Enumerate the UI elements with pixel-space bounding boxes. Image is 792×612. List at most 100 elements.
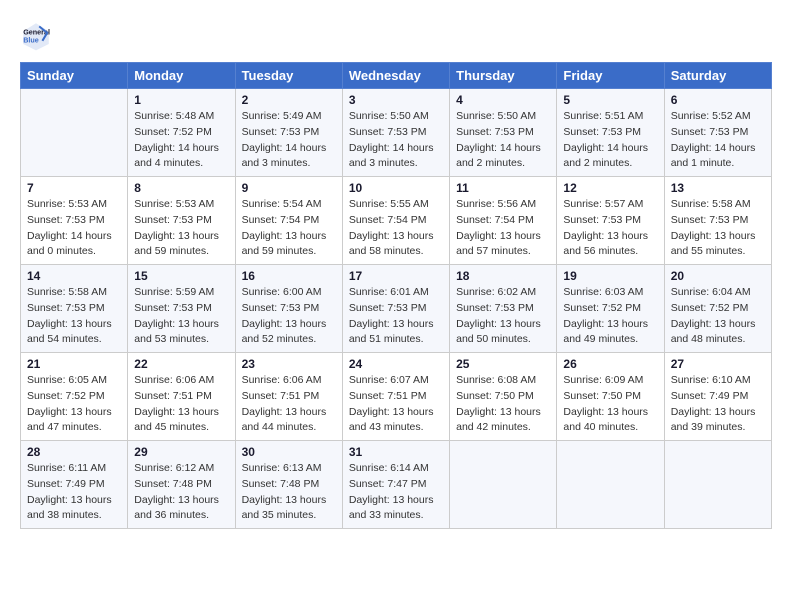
- calendar-header-row: SundayMondayTuesdayWednesdayThursdayFrid…: [21, 63, 772, 89]
- calendar-cell: [21, 89, 128, 177]
- day-number: 7: [27, 181, 121, 195]
- calendar-week-row: 14Sunrise: 5:58 AMSunset: 7:53 PMDayligh…: [21, 265, 772, 353]
- weekday-header: Tuesday: [235, 63, 342, 89]
- day-info: Sunrise: 6:11 AMSunset: 7:49 PMDaylight:…: [27, 461, 121, 524]
- calendar-cell: 15Sunrise: 5:59 AMSunset: 7:53 PMDayligh…: [128, 265, 235, 353]
- logo-icon: General Blue: [20, 20, 52, 52]
- calendar-body: 1 Sunrise: 5:48 AMSunset: 7:52 PMDaylight…: [21, 89, 772, 529]
- day-info: Sunrise: 5:57 AMSunset: 7:53 PMDaylight:…: [563, 197, 657, 260]
- day-info: Sunrise: 5:53 AMSunset: 7:53 PMDaylight:…: [134, 197, 228, 260]
- day-info: Sunrise: 6:08 AMSunset: 7:50 PMDaylight:…: [456, 373, 550, 436]
- calendar-cell: 30Sunrise: 6:13 AMSunset: 7:48 PMDayligh…: [235, 441, 342, 529]
- weekday-header: Monday: [128, 63, 235, 89]
- calendar-cell: 4Sunrise: 5:50 AMSunset: 7:53 PMDaylight…: [450, 89, 557, 177]
- calendar-cell: 12 Sunrise: 5:57 AMSunset: 7:53 PMDayligh…: [557, 177, 664, 265]
- day-info: Sunrise: 5:50 AMSunset: 7:53 PMDaylight:…: [349, 109, 443, 172]
- weekday-header: Thursday: [450, 63, 557, 89]
- calendar-cell: 29 Sunrise: 6:12 AMSunset: 7:48 PMDayligh…: [128, 441, 235, 529]
- day-info: Sunrise: 5:51 AMSunset: 7:53 PMDaylight:…: [563, 109, 657, 172]
- day-number: 9: [242, 181, 336, 195]
- logo: General Blue: [20, 20, 56, 52]
- calendar-cell: 24 Sunrise: 6:07 AMSunset: 7:51 PMDayligh…: [342, 353, 449, 441]
- day-number: 12: [563, 181, 657, 195]
- day-number: 19: [563, 269, 657, 283]
- day-number: 18: [456, 269, 550, 283]
- day-info: Sunrise: 5:58 AMSunset: 7:53 PMDaylight:…: [27, 285, 121, 348]
- calendar-cell: 3 Sunrise: 5:50 AMSunset: 7:53 PMDaylight…: [342, 89, 449, 177]
- day-number: 22: [134, 357, 228, 371]
- calendar-cell: 8Sunrise: 5:53 AMSunset: 7:53 PMDaylight…: [128, 177, 235, 265]
- calendar-cell: 16Sunrise: 6:00 AMSunset: 7:53 PMDayligh…: [235, 265, 342, 353]
- day-info: Sunrise: 6:12 AMSunset: 7:48 PMDaylight:…: [134, 461, 228, 524]
- day-info: Sunrise: 6:14 AMSunset: 7:47 PMDaylight:…: [349, 461, 443, 524]
- page-header: General Blue: [20, 20, 772, 52]
- day-number: 2: [242, 93, 336, 107]
- day-info: Sunrise: 5:59 AMSunset: 7:53 PMDaylight:…: [134, 285, 228, 348]
- day-number: 23: [242, 357, 336, 371]
- weekday-header: Sunday: [21, 63, 128, 89]
- calendar-cell: [557, 441, 664, 529]
- calendar-week-row: 28 Sunrise: 6:11 AMSunset: 7:49 PMDayligh…: [21, 441, 772, 529]
- day-info: Sunrise: 5:54 AMSunset: 7:54 PMDaylight:…: [242, 197, 336, 260]
- day-info: Sunrise: 6:07 AMSunset: 7:51 PMDaylight:…: [349, 373, 443, 436]
- day-info: Sunrise: 6:10 AMSunset: 7:49 PMDaylight:…: [671, 373, 765, 436]
- calendar-cell: 2 Sunrise: 5:49 AMSunset: 7:53 PMDaylight…: [235, 89, 342, 177]
- day-number: 4: [456, 93, 550, 107]
- day-number: 10: [349, 181, 443, 195]
- weekday-header: Wednesday: [342, 63, 449, 89]
- day-info: Sunrise: 6:00 AMSunset: 7:53 PMDaylight:…: [242, 285, 336, 348]
- day-info: Sunrise: 5:48 AMSunset: 7:52 PMDaylight:…: [134, 109, 228, 172]
- day-number: 28: [27, 445, 121, 459]
- day-number: 29: [134, 445, 228, 459]
- calendar-cell: 23 Sunrise: 6:06 AMSunset: 7:51 PMDayligh…: [235, 353, 342, 441]
- calendar-cell: 18 Sunrise: 6:02 AMSunset: 7:53 PMDayligh…: [450, 265, 557, 353]
- day-number: 17: [349, 269, 443, 283]
- day-number: 13: [671, 181, 765, 195]
- day-info: Sunrise: 6:04 AMSunset: 7:52 PMDaylight:…: [671, 285, 765, 348]
- day-number: 24: [349, 357, 443, 371]
- day-info: Sunrise: 6:06 AMSunset: 7:51 PMDaylight:…: [242, 373, 336, 436]
- calendar-cell: 17 Sunrise: 6:01 AMSunset: 7:53 PMDayligh…: [342, 265, 449, 353]
- day-number: 6: [671, 93, 765, 107]
- day-number: 27: [671, 357, 765, 371]
- weekday-header: Friday: [557, 63, 664, 89]
- day-number: 21: [27, 357, 121, 371]
- calendar-cell: 21 Sunrise: 6:05 AMSunset: 7:52 PMDayligh…: [21, 353, 128, 441]
- day-info: Sunrise: 5:55 AMSunset: 7:54 PMDaylight:…: [349, 197, 443, 260]
- calendar-cell: 10 Sunrise: 5:55 AMSunset: 7:54 PMDayligh…: [342, 177, 449, 265]
- calendar-cell: 20 Sunrise: 6:04 AMSunset: 7:52 PMDayligh…: [664, 265, 771, 353]
- day-info: Sunrise: 5:53 AMSunset: 7:53 PMDaylight:…: [27, 197, 121, 260]
- calendar-cell: 27 Sunrise: 6:10 AMSunset: 7:49 PMDayligh…: [664, 353, 771, 441]
- svg-text:Blue: Blue: [23, 35, 39, 44]
- day-number: 25: [456, 357, 550, 371]
- day-number: 1: [134, 93, 228, 107]
- day-info: Sunrise: 6:02 AMSunset: 7:53 PMDaylight:…: [456, 285, 550, 348]
- day-info: Sunrise: 6:01 AMSunset: 7:53 PMDaylight:…: [349, 285, 443, 348]
- calendar-cell: 11 Sunrise: 5:56 AMSunset: 7:54 PMDayligh…: [450, 177, 557, 265]
- day-info: Sunrise: 6:03 AMSunset: 7:52 PMDaylight:…: [563, 285, 657, 348]
- day-info: Sunrise: 6:09 AMSunset: 7:50 PMDaylight:…: [563, 373, 657, 436]
- day-number: 5: [563, 93, 657, 107]
- day-number: 20: [671, 269, 765, 283]
- calendar-cell: 19 Sunrise: 6:03 AMSunset: 7:52 PMDayligh…: [557, 265, 664, 353]
- calendar-week-row: 1 Sunrise: 5:48 AMSunset: 7:52 PMDaylight…: [21, 89, 772, 177]
- weekday-header: Saturday: [664, 63, 771, 89]
- day-number: 31: [349, 445, 443, 459]
- calendar-cell: 25 Sunrise: 6:08 AMSunset: 7:50 PMDayligh…: [450, 353, 557, 441]
- calendar-cell: 14Sunrise: 5:58 AMSunset: 7:53 PMDayligh…: [21, 265, 128, 353]
- day-number: 11: [456, 181, 550, 195]
- calendar-cell: 22Sunrise: 6:06 AMSunset: 7:51 PMDayligh…: [128, 353, 235, 441]
- day-info: Sunrise: 6:05 AMSunset: 7:52 PMDaylight:…: [27, 373, 121, 436]
- calendar-cell: 31 Sunrise: 6:14 AMSunset: 7:47 PMDayligh…: [342, 441, 449, 529]
- calendar-cell: [450, 441, 557, 529]
- calendar-week-row: 21 Sunrise: 6:05 AMSunset: 7:52 PMDayligh…: [21, 353, 772, 441]
- calendar-cell: 7 Sunrise: 5:53 AMSunset: 7:53 PMDaylight…: [21, 177, 128, 265]
- calendar-cell: 1 Sunrise: 5:48 AMSunset: 7:52 PMDaylight…: [128, 89, 235, 177]
- calendar-cell: 26Sunrise: 6:09 AMSunset: 7:50 PMDayligh…: [557, 353, 664, 441]
- day-info: Sunrise: 5:49 AMSunset: 7:53 PMDaylight:…: [242, 109, 336, 172]
- calendar-cell: 9 Sunrise: 5:54 AMSunset: 7:54 PMDaylight…: [235, 177, 342, 265]
- calendar-week-row: 7 Sunrise: 5:53 AMSunset: 7:53 PMDaylight…: [21, 177, 772, 265]
- calendar-cell: [664, 441, 771, 529]
- day-info: Sunrise: 5:56 AMSunset: 7:54 PMDaylight:…: [456, 197, 550, 260]
- day-number: 3: [349, 93, 443, 107]
